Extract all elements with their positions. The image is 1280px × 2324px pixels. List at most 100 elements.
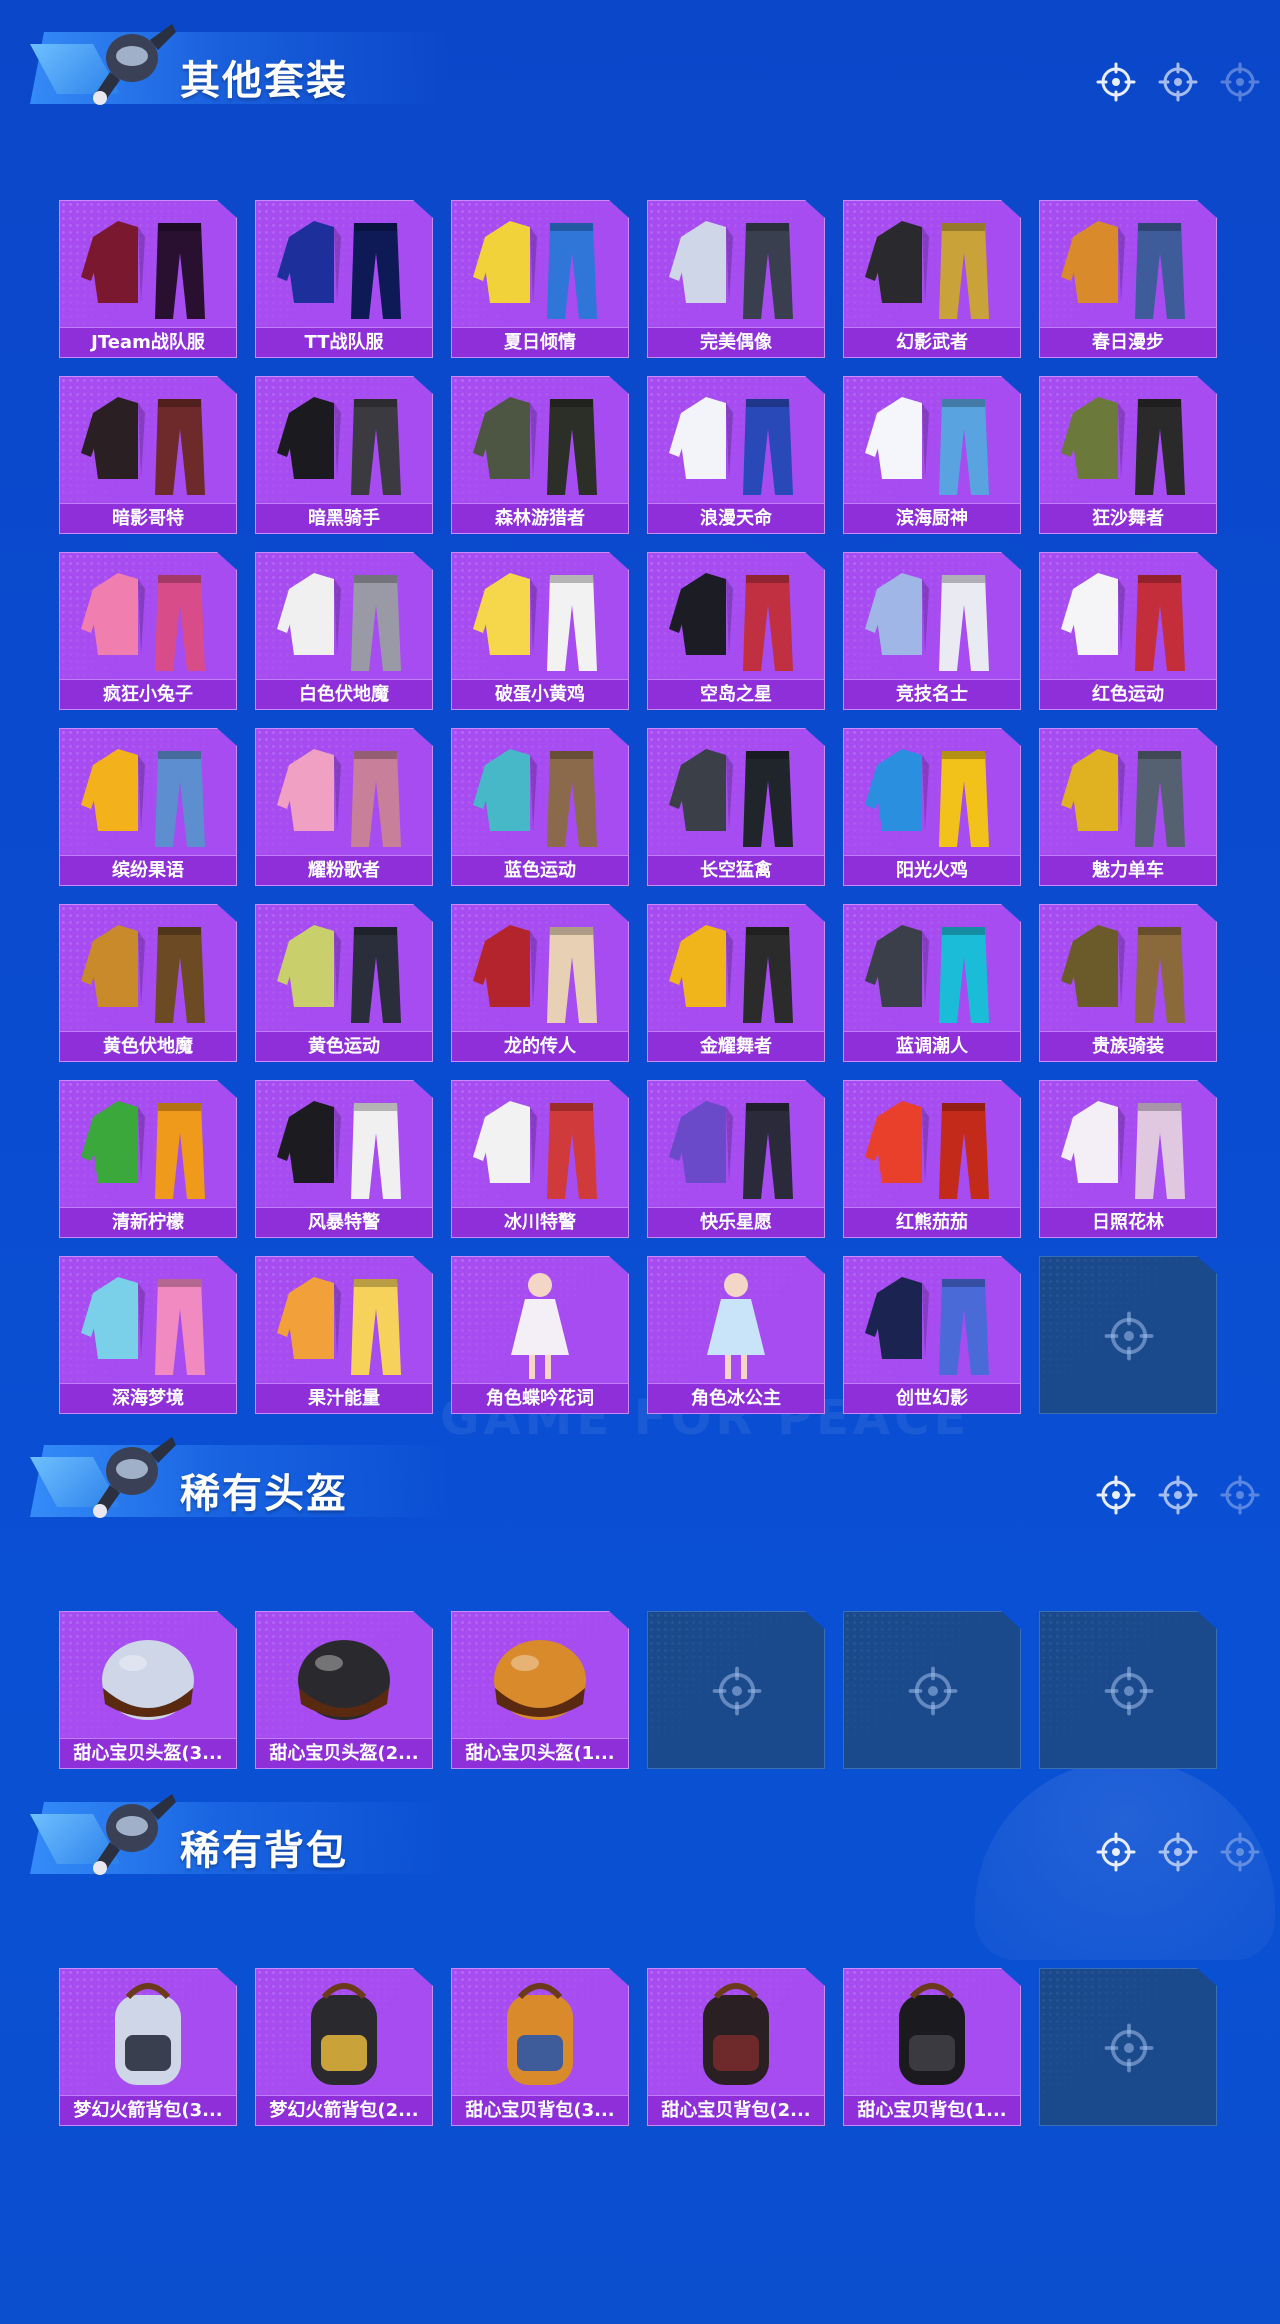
item-card[interactable]: 创世幻影 (843, 1256, 1021, 1414)
item-card[interactable]: 幻影武者 (843, 200, 1021, 358)
item-card[interactable]: JTeam战队服 (59, 200, 237, 358)
item-card[interactable]: 梦幻火箭背包(2... (255, 1968, 433, 2126)
item-label: 空岛之星 (648, 679, 824, 709)
crosshair-icon[interactable] (1220, 1475, 1260, 1515)
item-card[interactable]: 空岛之星 (647, 552, 825, 710)
item-card[interactable]: 金耀舞者 (647, 904, 825, 1062)
item-label: 暗影哥特 (60, 503, 236, 533)
item-label: 金耀舞者 (648, 1031, 824, 1061)
item-card[interactable]: 暗影哥特 (59, 376, 237, 534)
item-grid: 梦幻火箭背包(3... 梦幻火箭背包(2... 甜心宝贝背包(3... 甜心宝贝背包(… (59, 1968, 1217, 2126)
item-card[interactable]: 红色运动 (1039, 552, 1217, 710)
item-card[interactable]: 甜心宝贝头盔(2... (255, 1611, 433, 1769)
item-card[interactable]: 角色冰公主 (647, 1256, 825, 1414)
item-label: 缤纷果语 (60, 855, 236, 885)
item-label: 夏日倾情 (452, 327, 628, 357)
character-butterfly-icon (452, 1261, 628, 1385)
item-card[interactable]: 竞技名士 (843, 552, 1021, 710)
item-card[interactable]: 狂沙舞者 (1039, 376, 1217, 534)
item-label: 梦幻火箭背包(2... (256, 2095, 432, 2125)
item-label: 清新柠檬 (60, 1207, 236, 1237)
crosshair-icon (1104, 2023, 1154, 2073)
item-card[interactable]: 风暴特警 (255, 1080, 433, 1238)
item-card[interactable]: 黄色伏地魔 (59, 904, 237, 1062)
item-label: 红色运动 (1040, 679, 1216, 709)
item-card[interactable]: 缤纷果语 (59, 728, 237, 886)
section-header: 稀有背包 (30, 1770, 1260, 1880)
item-card[interactable]: TT战队服 (255, 200, 433, 358)
item-card[interactable]: 完美偶像 (647, 200, 825, 358)
item-label: 风暴特警 (256, 1207, 432, 1237)
item-label: 黄色伏地魔 (60, 1031, 236, 1061)
white-dress-outfit-icon (1040, 1085, 1216, 1209)
crosshair-icon[interactable] (1158, 1475, 1198, 1515)
spring-outfit-icon (1040, 205, 1216, 329)
item-card[interactable]: 红熊茄茄 (843, 1080, 1021, 1238)
item-card[interactable]: 贵族骑装 (1039, 904, 1217, 1062)
white-hoodie-outfit-icon (256, 557, 432, 681)
item-card[interactable]: 甜心宝贝背包(2... (647, 1968, 825, 2126)
crosshair-icon[interactable] (1158, 62, 1198, 102)
crosshair-icon[interactable] (1096, 1475, 1136, 1515)
item-card[interactable]: 果汁能量 (255, 1256, 433, 1414)
item-card[interactable]: 耀粉歌者 (255, 728, 433, 886)
item-label: 甜心宝贝头盔(3... (60, 1738, 236, 1768)
item-card[interactable]: 甜心宝贝头盔(1... (451, 1611, 629, 1769)
item-card[interactable]: 破蛋小黄鸡 (451, 552, 629, 710)
genesis-outfit-icon (844, 1261, 1020, 1385)
crosshair-icon[interactable] (1220, 62, 1260, 102)
item-card[interactable]: 快乐星愿 (647, 1080, 825, 1238)
item-card[interactable]: 冰川特警 (451, 1080, 629, 1238)
item-card[interactable]: 角色蝶吟花词 (451, 1256, 629, 1414)
section-header: 其他套装 (30, 0, 1260, 110)
crosshair-icon[interactable] (1096, 1832, 1136, 1872)
item-label: 阳光火鸡 (844, 855, 1020, 885)
cake-backpack-3-icon (452, 1973, 628, 2097)
item-label: TT战队服 (256, 327, 432, 357)
item-label: 狂沙舞者 (1040, 503, 1216, 533)
red-team-suit-icon (60, 205, 236, 329)
crosshair-icon (1104, 1666, 1154, 1716)
item-card[interactable]: 白色伏地魔 (255, 552, 433, 710)
juice-outfit-icon (256, 1261, 432, 1385)
item-card[interactable]: 浪漫天命 (647, 376, 825, 534)
crosshair-icon[interactable] (1096, 62, 1136, 102)
crosshair-icon (908, 1666, 958, 1716)
item-card[interactable]: 甜心宝贝背包(1... (843, 1968, 1021, 2126)
item-card[interactable]: 暗黑骑手 (255, 376, 433, 534)
item-card[interactable]: 长空猛禽 (647, 728, 825, 886)
item-label: 黄色运动 (256, 1031, 432, 1061)
item-card[interactable]: 夏日倾情 (451, 200, 629, 358)
blues-outfit-icon (844, 909, 1020, 1033)
item-card[interactable]: 甜心宝贝头盔(3... (59, 1611, 237, 1769)
item-card[interactable]: 森林游猎者 (451, 376, 629, 534)
shark-outfit-icon (60, 1261, 236, 1385)
item-card[interactable]: 龙的传人 (451, 904, 629, 1062)
sand-dancer-outfit-icon (1040, 381, 1216, 505)
item-card[interactable]: 魅力单车 (1039, 728, 1217, 886)
item-card[interactable]: 甜心宝贝背包(3... (451, 1968, 629, 2126)
crosshair-icon[interactable] (1220, 1832, 1260, 1872)
item-card[interactable]: 黄色运动 (255, 904, 433, 1062)
helmet-red-icon (452, 1616, 628, 1740)
item-label: JTeam战队服 (60, 327, 236, 357)
item-card[interactable]: 蓝调潮人 (843, 904, 1021, 1062)
item-card[interactable]: 疯狂小兔子 (59, 552, 237, 710)
item-card[interactable]: 深海梦境 (59, 1256, 237, 1414)
item-card[interactable]: 阳光火鸡 (843, 728, 1021, 886)
item-card[interactable]: 蓝色运动 (451, 728, 629, 886)
item-card[interactable]: 清新柠檬 (59, 1080, 237, 1238)
pink-singer-outfit-icon (256, 733, 432, 857)
item-card[interactable]: 春日漫步 (1039, 200, 1217, 358)
romance-outfit-icon (648, 381, 824, 505)
item-label: 创世幻影 (844, 1383, 1020, 1413)
sky-star-outfit-icon (648, 557, 824, 681)
storm-swat-outfit-icon (256, 1085, 432, 1209)
item-card[interactable]: 日照花林 (1039, 1080, 1217, 1238)
crosshair-icon[interactable] (1158, 1832, 1198, 1872)
item-card[interactable]: 滨海厨神 (843, 376, 1021, 534)
section-header: 稀有头盔 (30, 1413, 1260, 1523)
dragon-outfit-icon (452, 909, 628, 1033)
item-card[interactable]: 梦幻火箭背包(3... (59, 1968, 237, 2126)
blue-team-suit-icon (256, 205, 432, 329)
